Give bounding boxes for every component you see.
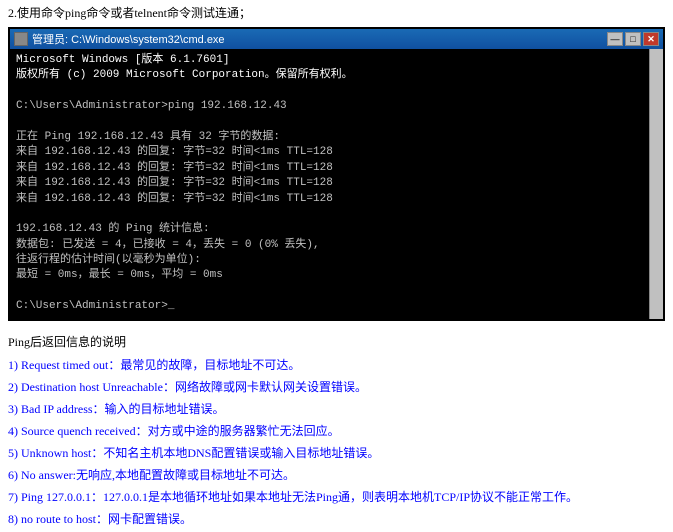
maximize-button[interactable]: □ (625, 32, 641, 46)
ping-info-item: 4) Source quench received：对方或中途的服务器繁忙无法回… (8, 420, 665, 442)
ping-info-item: 5) Unknown host：不知名主机本地DNS配置错误或输入目标地址错误。 (8, 442, 665, 464)
cmd-line (16, 115, 643, 130)
cmd-line (16, 84, 643, 99)
info-section: Ping后返回信息的说明 1) Request timed out：最常见的故障… (0, 329, 673, 532)
cmd-line: 来自 192.168.12.43 的回复: 字节=32 时间<1ms TTL=1… (16, 161, 643, 176)
cmd-window: 管理员: C:\Windows\system32\cmd.exe — □ ✕ M… (8, 27, 665, 321)
titlebar-buttons: — □ ✕ (607, 32, 659, 46)
ping-info-item: 8) no route to host：网卡配置错误。 (8, 508, 665, 530)
cmd-line: 来自 192.168.12.43 的回复: 字节=32 时间<1ms TTL=1… (16, 192, 643, 207)
cmd-line: 来自 192.168.12.43 的回复: 字节=32 时间<1ms TTL=1… (16, 145, 643, 160)
cmd-title: 管理员: C:\Windows\system32\cmd.exe (32, 31, 225, 47)
cmd-icon (14, 32, 28, 46)
cmd-line: 192.168.12.43 的 Ping 统计信息: (16, 222, 643, 237)
ping-info-item: 1) Request timed out：最常见的故障，目标地址不可达。 (8, 354, 665, 376)
cmd-scrollbar-area: Microsoft Windows [版本 6.1.7601]版权所有 (c) … (10, 49, 663, 319)
ping-info-item: 3) Bad IP address：输入的目标地址错误。 (8, 398, 665, 420)
cmd-line: 正在 Ping 192.168.12.43 具有 32 字节的数据: (16, 130, 643, 145)
cmd-body: Microsoft Windows [版本 6.1.7601]版权所有 (c) … (10, 49, 649, 319)
ping-items-list: 1) Request timed out：最常见的故障，目标地址不可达。2) D… (8, 354, 665, 530)
cmd-scrollbar[interactable] (649, 49, 663, 319)
close-button[interactable]: ✕ (643, 32, 659, 46)
cmd-line: C:\Users\Administrator>_ (16, 299, 643, 314)
minimize-button[interactable]: — (607, 32, 623, 46)
cmd-line: 来自 192.168.12.43 的回复: 字节=32 时间<1ms TTL=1… (16, 176, 643, 191)
cmd-line: 数据包: 已发送 = 4，已接收 = 4，丢失 = 0 (0% 丢失), (16, 238, 643, 253)
cmd-titlebar: 管理员: C:\Windows\system32\cmd.exe — □ ✕ (10, 29, 663, 49)
cmd-line (16, 207, 643, 222)
cmd-line: C:\Users\Administrator>ping 192.168.12.4… (16, 99, 643, 114)
cmd-line: 往返行程的估计时间(以毫秒为单位): (16, 253, 643, 268)
top-instruction: 2.使用命令ping命令或者telnent命令测试连通； (0, 0, 673, 27)
cmd-content: Microsoft Windows [版本 6.1.7601]版权所有 (c) … (10, 49, 649, 319)
ping-info-item: 6) No answer:无响应,本地配置故障或目标地址不可达。 (8, 464, 665, 486)
ping-info-item: 2) Destination host Unreachable：网络故障或网卡默… (8, 376, 665, 398)
cmd-line: 版权所有 (c) 2009 Microsoft Corporation。保留所有… (16, 68, 643, 83)
cmd-line: Microsoft Windows [版本 6.1.7601] (16, 53, 643, 68)
titlebar-left: 管理员: C:\Windows\system32\cmd.exe (14, 31, 225, 47)
ping-info-title: Ping后返回信息的说明 (8, 333, 665, 350)
cmd-line: 最短 = 0ms，最长 = 0ms，平均 = 0ms (16, 268, 643, 283)
ping-info-item: 7) Ping 127.0.0.1：127.0.0.1是本地循环地址如果本地址无… (8, 486, 665, 508)
cmd-line (16, 284, 643, 299)
